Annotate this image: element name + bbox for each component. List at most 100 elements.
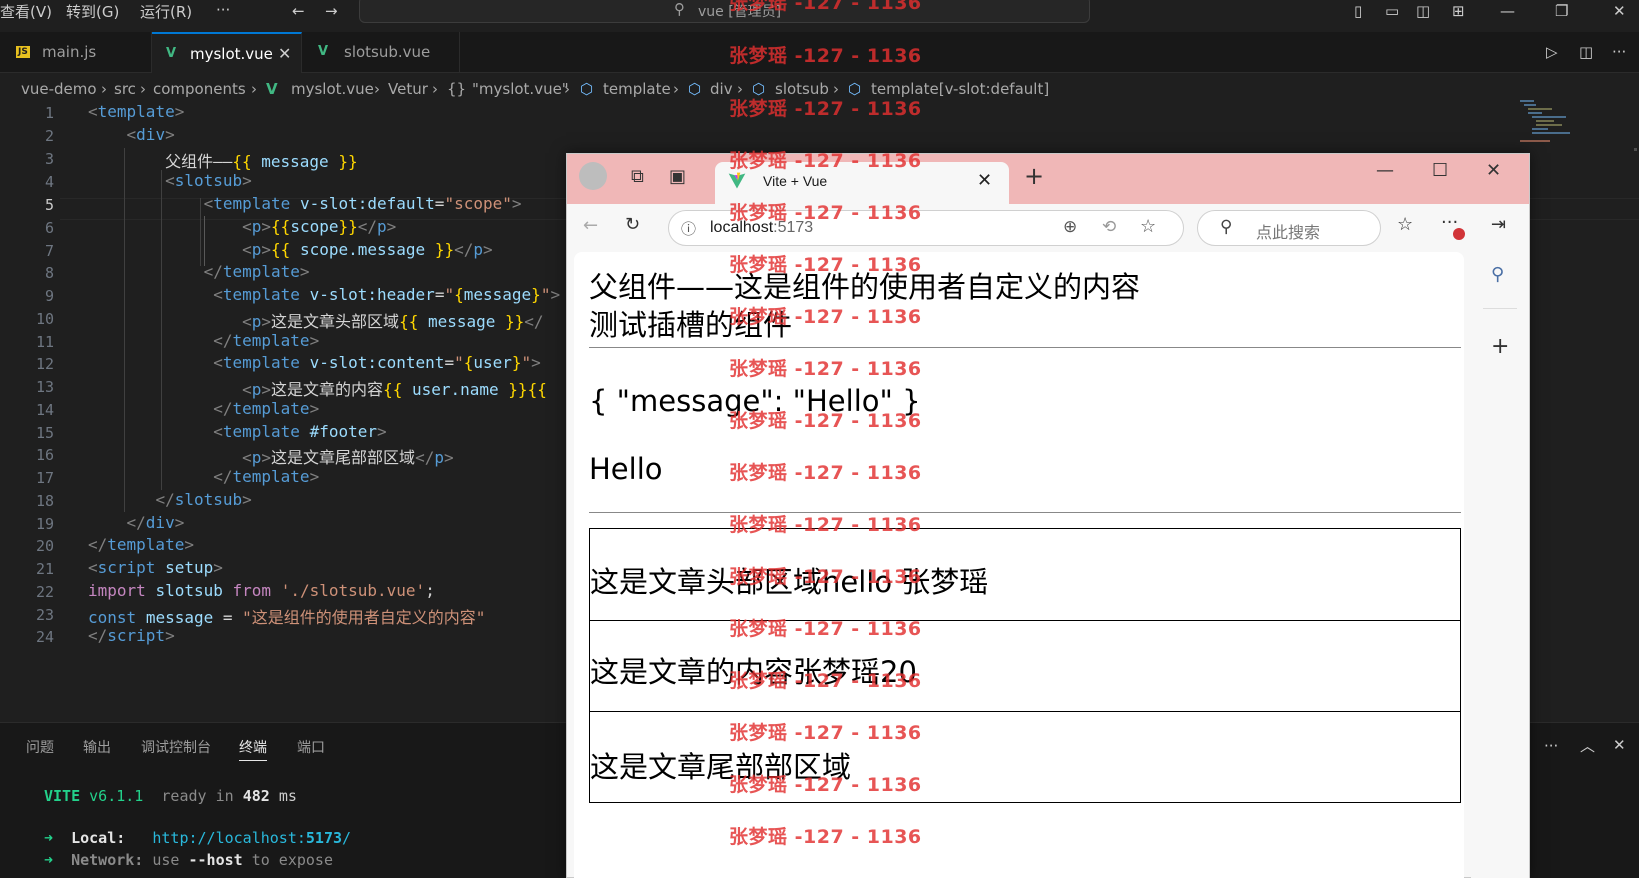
browser-search-box[interactable]: ⚲ 点此搜索: [1197, 210, 1381, 246]
chevron-right-icon: ›: [432, 80, 438, 98]
tab-main-js[interactable]: JS main.js: [0, 32, 152, 73]
line-number: 11: [35, 333, 54, 351]
line-number: 3: [44, 150, 54, 168]
code-line: </template>: [213, 467, 320, 486]
watermark-text: 张梦瑶 -127 - 1136: [729, 254, 922, 276]
restore-icon[interactable]: ❐: [1555, 2, 1568, 20]
watermark-text: 张梦瑶 -127 - 1136: [729, 45, 922, 67]
line-number: 23: [35, 606, 54, 624]
browser-window: ⧉ ▣ Vite + Vue ✕ + — ☐ ✕ ← ↻ ⓘ localhost…: [566, 153, 1530, 878]
breadcrumb-item[interactable]: src: [114, 80, 136, 98]
tab-debug-console[interactable]: 调试控制台: [141, 737, 211, 757]
code-line: <p>这是文章尾部部区域</p>: [242, 448, 454, 467]
tab-output[interactable]: 输出: [83, 737, 111, 757]
line-number: 4: [44, 173, 54, 191]
maximize-panel-icon[interactable]: ︿: [1580, 735, 1595, 756]
new-tab-icon[interactable]: +: [1024, 162, 1044, 190]
tab-slotsub-vue[interactable]: V slotsub.vue: [302, 32, 460, 73]
split-editor-icon[interactable]: ◫: [1579, 43, 1593, 61]
line-number: 5: [44, 196, 54, 214]
watermark-text: 张梦瑶 -127 - 1136: [729, 150, 922, 172]
chevron-right-icon: ›: [374, 80, 380, 98]
minimize-icon[interactable]: —: [1376, 160, 1394, 181]
zoom-icon[interactable]: ⊕: [1063, 217, 1077, 237]
watermark-text: 张梦瑶 -127 - 1136: [729, 202, 922, 224]
vue-icon: V: [166, 46, 177, 61]
line-number: 2: [44, 127, 54, 145]
code-line: <p>这是文章头部区域{{ message }}</: [242, 312, 544, 331]
content-slot-box: 这是文章的内容张梦瑶20: [589, 620, 1461, 712]
breadcrumb-item[interactable]: myslot.vue: [291, 80, 374, 98]
code-line: const message = "这是组件的使用者自定义的内容": [88, 608, 486, 627]
tab-problems[interactable]: 问题: [26, 737, 54, 757]
command-center[interactable]: ⚲ vue [管理员]: [359, 0, 1090, 23]
close-window-icon[interactable]: ✕: [1486, 160, 1501, 181]
search-icon[interactable]: ⚲: [1491, 264, 1504, 285]
sidebar-toggle-icon[interactable]: ⇥: [1491, 214, 1506, 235]
watermark-text: 张梦瑶 -127 - 1136: [729, 462, 922, 484]
refresh-icon[interactable]: ↻: [625, 214, 640, 235]
browser-sidebar: ⚲ +: [1471, 250, 1529, 878]
translate-icon[interactable]: ⟲: [1102, 217, 1116, 237]
close-tab-icon[interactable]: ✕: [278, 44, 291, 63]
minimap[interactable]: [1520, 100, 1590, 150]
back-arrow-icon[interactable]: ←: [583, 215, 598, 236]
add-icon[interactable]: +: [1491, 334, 1509, 359]
run-icon[interactable]: ▷: [1546, 43, 1558, 61]
menu-run[interactable]: 运行(R): [140, 1, 192, 22]
tab-terminal[interactable]: 终端: [239, 737, 267, 761]
line-number: 20: [35, 537, 54, 555]
code-line: <p>{{ scope.message }}</p>: [242, 240, 493, 259]
profile-avatar[interactable]: [579, 162, 607, 190]
cube-icon: ⬡: [580, 80, 594, 98]
breadcrumb-item[interactable]: "myslot.vue": [472, 80, 569, 98]
line-number: 12: [35, 355, 54, 373]
chevron-right-icon: ›: [101, 80, 107, 98]
watermark-text: 张梦瑶 -127 - 1136: [729, 826, 922, 848]
chevron-right-icon: ›: [673, 80, 679, 98]
maximize-icon[interactable]: ☐: [1432, 160, 1448, 181]
vue-icon: V: [318, 44, 329, 59]
watermark-text: 张梦瑶 -127 - 1136: [729, 410, 922, 432]
browser-titlebar: ⧉ ▣ Vite + Vue ✕ + — ☐ ✕: [567, 154, 1529, 204]
info-icon[interactable]: ⓘ: [681, 218, 696, 239]
editor-scrollbar[interactable]: [1632, 100, 1639, 720]
menu-more[interactable]: ···: [216, 1, 230, 19]
code-line: <template v-slot:header="{message}">: [213, 285, 561, 304]
tab-actions-icon[interactable]: ▣: [669, 166, 686, 187]
breadcrumb-item[interactable]: template: [603, 80, 671, 98]
watermark-text: 张梦瑶 -127 - 1136: [729, 566, 922, 588]
more-actions-icon[interactable]: ···: [1612, 43, 1626, 61]
line-number: 8: [44, 264, 54, 282]
more-actions-icon[interactable]: ···: [1544, 737, 1558, 755]
watermark-text: 张梦瑶 -127 - 1136: [729, 0, 922, 14]
code-line: </div>: [126, 513, 185, 532]
minimize-icon[interactable]: —: [1500, 2, 1515, 20]
favorites-icon[interactable]: ☆: [1397, 214, 1413, 235]
watermark-text: 张梦瑶 -127 - 1136: [729, 98, 922, 120]
tab-ports[interactable]: 端口: [297, 737, 325, 757]
line-number: 19: [35, 515, 54, 533]
toggle-panel-icon[interactable]: ▭: [1385, 2, 1399, 20]
breadcrumb-item[interactable]: vue-demo: [21, 80, 97, 98]
forward-arrow-icon[interactable]: →: [325, 2, 338, 20]
workspaces-icon[interactable]: ⧉: [631, 166, 644, 187]
customize-layout-icon[interactable]: ⊞: [1452, 2, 1465, 20]
favorite-star-icon[interactable]: ☆: [1140, 216, 1156, 237]
menu-view[interactable]: 查看(V): [0, 1, 52, 22]
local-url-link[interactable]: http://localhost:5173/: [152, 829, 351, 847]
close-panel-icon[interactable]: ✕: [1613, 736, 1626, 754]
back-arrow-icon[interactable]: ←: [292, 2, 305, 20]
code-line: </template>: [213, 331, 320, 350]
close-icon[interactable]: ✕: [1613, 2, 1626, 20]
toggle-sidebar-icon[interactable]: ▯: [1354, 2, 1362, 20]
breadcrumb-item[interactable]: components: [153, 80, 246, 98]
close-tab-icon[interactable]: ✕: [977, 170, 992, 191]
menu-goto[interactable]: 转到(G): [66, 1, 119, 22]
breadcrumb-item[interactable]: Vetur: [388, 80, 428, 98]
toggle-secondary-sidebar-icon[interactable]: ◫: [1416, 2, 1430, 20]
tab-myslot-vue[interactable]: V myslot.vue ✕: [152, 32, 302, 73]
divider: [589, 347, 1461, 348]
code-line: </template>: [213, 399, 320, 418]
line-number: 22: [35, 583, 54, 601]
